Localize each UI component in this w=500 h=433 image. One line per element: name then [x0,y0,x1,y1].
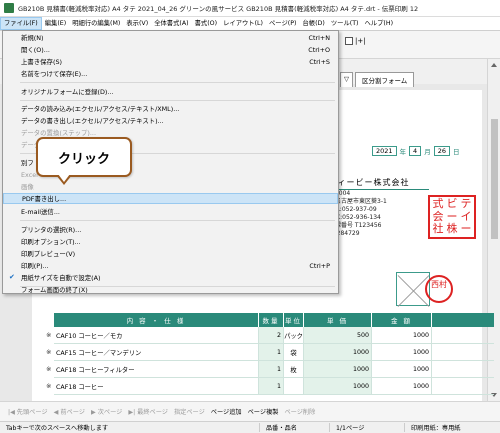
menu-bar: ファイル(F) 編集(E) 明細行の編集(M) 表示(V) 全体書式(A) 書式… [0,17,500,31]
date-row: 2021 年 4 月 26 日 [372,146,459,156]
status-hint: Tabキーで次のスペースへ移動します [0,423,260,432]
header-unit: 単位 [284,313,304,327]
menu-ledger[interactable]: 台帳(D) [299,17,327,30]
menu-help[interactable]: ヘルプ(H) [362,17,397,30]
add-page-button[interactable]: ページ追加 [211,407,242,416]
table-header: 内 容 ・ 仕 様 数量 単位 単 価 金 額 [54,313,494,327]
form-tabs: ▽ 区分割フォーム [340,72,416,87]
menu-item-register-form[interactable]: オリジナルフォームに登録(D)... [3,86,338,97]
app-icon [4,3,14,13]
company-block: ティービー株式会社 1-0004 県名古屋市東区葵3-1 TEL:052-937… [329,177,429,238]
tab-division-form[interactable]: 区分割フォーム [355,72,415,87]
header-price: 単 価 [304,313,372,327]
menu-line-edit[interactable]: 明細行の編集(M) [69,17,123,30]
header-description: 内 容 ・ 仕 様 [54,313,259,327]
company-line[interactable]: 1-0004 [329,190,429,198]
tab-dropdown[interactable]: ▽ [340,72,353,87]
menu-item-print-options[interactable]: 印刷オプション(T)... [3,236,338,247]
toolbar-column-icon[interactable]: |+| [355,37,366,45]
menu-view[interactable]: 表示(V) [123,17,151,30]
table-row[interactable]: ※ CAF18 コーヒーフィルター 1 枚 1000 1000 [46,361,494,378]
company-line[interactable]: TEL:052-937-09 [329,206,429,214]
company-line[interactable]: 29284729 [329,230,429,238]
check-icon: ✔ [9,273,15,281]
menu-format[interactable]: 書式(O) [192,17,220,30]
menu-item-new[interactable]: 新規(N) Ctrl+N [3,32,338,43]
company-name[interactable]: ティービー株式会社 [329,177,429,190]
menu-item-select-printer[interactable]: プリンタの選択(R)... [3,224,338,235]
title-bar: GB210B 見積書(軽減税率対応) A4 タテ 2021_04_26 グリーン… [0,0,500,17]
menu-item-open[interactable]: 開く(O)... Ctrl+O [3,44,338,55]
month-field[interactable]: 4 [409,146,422,156]
items-table: 内 容 ・ 仕 様 数量 単位 単 価 金 額 ※ CAF10 コーヒー／モカ … [46,313,494,395]
status-bar: Tabキーで次のスペースへ移動します 品番・品名 1/1ページ 印刷用紙：専用紙 [0,421,500,433]
company-line[interactable]: FAX:052-936-134 [329,214,429,222]
menu-item-save-as[interactable]: 名前をつけて保存(E)... [3,68,338,79]
first-page-button[interactable]: |◀ 先頭ページ [8,407,48,416]
menu-item-import-data[interactable]: データの読み込み(エクセル/アクセス/テキスト/XML)... [3,103,338,114]
menu-global-format[interactable]: 全体書式(A) [151,17,191,30]
header-qty: 数量 [259,313,284,327]
window-title: GB210B 見積書(軽減税率対応) A4 タテ 2021_04_26 グリーン… [18,5,419,13]
menu-file[interactable]: ファイル(F) [0,17,42,30]
scroll-up-icon[interactable] [491,63,497,67]
table-row[interactable]: ※ CAF18 コーヒー 1 1000 1000 [46,378,494,395]
click-callout: クリック [36,137,132,177]
day-label: 日 [452,148,460,156]
menu-item-auto-paper-size[interactable]: ✔ 用紙サイズを自動で設定(A) [3,272,338,283]
page-nav-bar: |◀ 先頭ページ ◀ 前ページ ▶ 次ページ ▶| 最終ページ 指定ページ ペー… [0,401,500,421]
toolbar-tail: |+| [345,37,366,45]
menu-edit[interactable]: 編集(E) [42,17,70,30]
company-line[interactable]: 県名古屋市東区葵3-1 [329,198,429,206]
status-paper: 印刷用紙：専用紙 [411,425,461,432]
header-amount: 金 額 [372,313,432,327]
company-line[interactable]: 登録番号 T123456 [329,222,429,230]
menu-tools[interactable]: ツール(T) [328,17,362,30]
company-seal-stamp: 式ビテ 会ーイ 社株ー [428,195,476,239]
day-field[interactable]: 26 [433,146,450,156]
year-field[interactable]: 2021 [372,146,397,156]
prev-page-button[interactable]: ◀ 前ページ [54,407,85,416]
menu-item-email[interactable]: E-mail送信... [3,206,338,217]
status-page: 1/1ページ [330,423,405,432]
delete-page-button[interactable]: ページ削除 [284,407,315,416]
next-page-button[interactable]: ▶ 次ページ [91,407,122,416]
month-label: 月 [424,148,431,156]
status-field: 品番・品名 [260,423,330,432]
duplicate-page-button[interactable]: ページ複製 [248,407,279,416]
menu-item-print[interactable]: 印刷(P)... Ctrl+P [3,260,338,271]
menu-item-save[interactable]: 上書き保存(S) Ctrl+S [3,56,338,67]
menu-item-export-data[interactable]: データの書き出し(エクセル/アクセス/テキスト)... [3,115,338,126]
personal-seal-stamp: 西村 [425,275,453,303]
year-label: 年 [399,148,407,156]
menu-item-exit-form[interactable]: フォーム画面の終了(X) [3,284,338,295]
table-row[interactable]: ※ CAF10 コーヒー／モカ 2 パック 500 1000 [46,327,494,344]
scroll-thumb[interactable] [491,119,498,239]
table-row[interactable]: ※ CAF15 コーヒー／マンデリン 1 袋 1000 1000 [46,344,494,361]
menu-item-print-preview[interactable]: 印刷プレビュー(V) [3,248,338,259]
menu-layout[interactable]: レイアウト(L) [220,17,266,30]
menu-item-pdf-export[interactable]: PDF書き出し... [3,193,338,204]
last-page-button[interactable]: ▶| 最終ページ [128,407,168,416]
toolbar-square-icon[interactable] [345,37,353,45]
menu-page[interactable]: ページ(P) [266,17,299,30]
goto-page-button[interactable]: 指定ページ [174,407,205,416]
menu-item-image[interactable]: 画像 [3,181,338,192]
